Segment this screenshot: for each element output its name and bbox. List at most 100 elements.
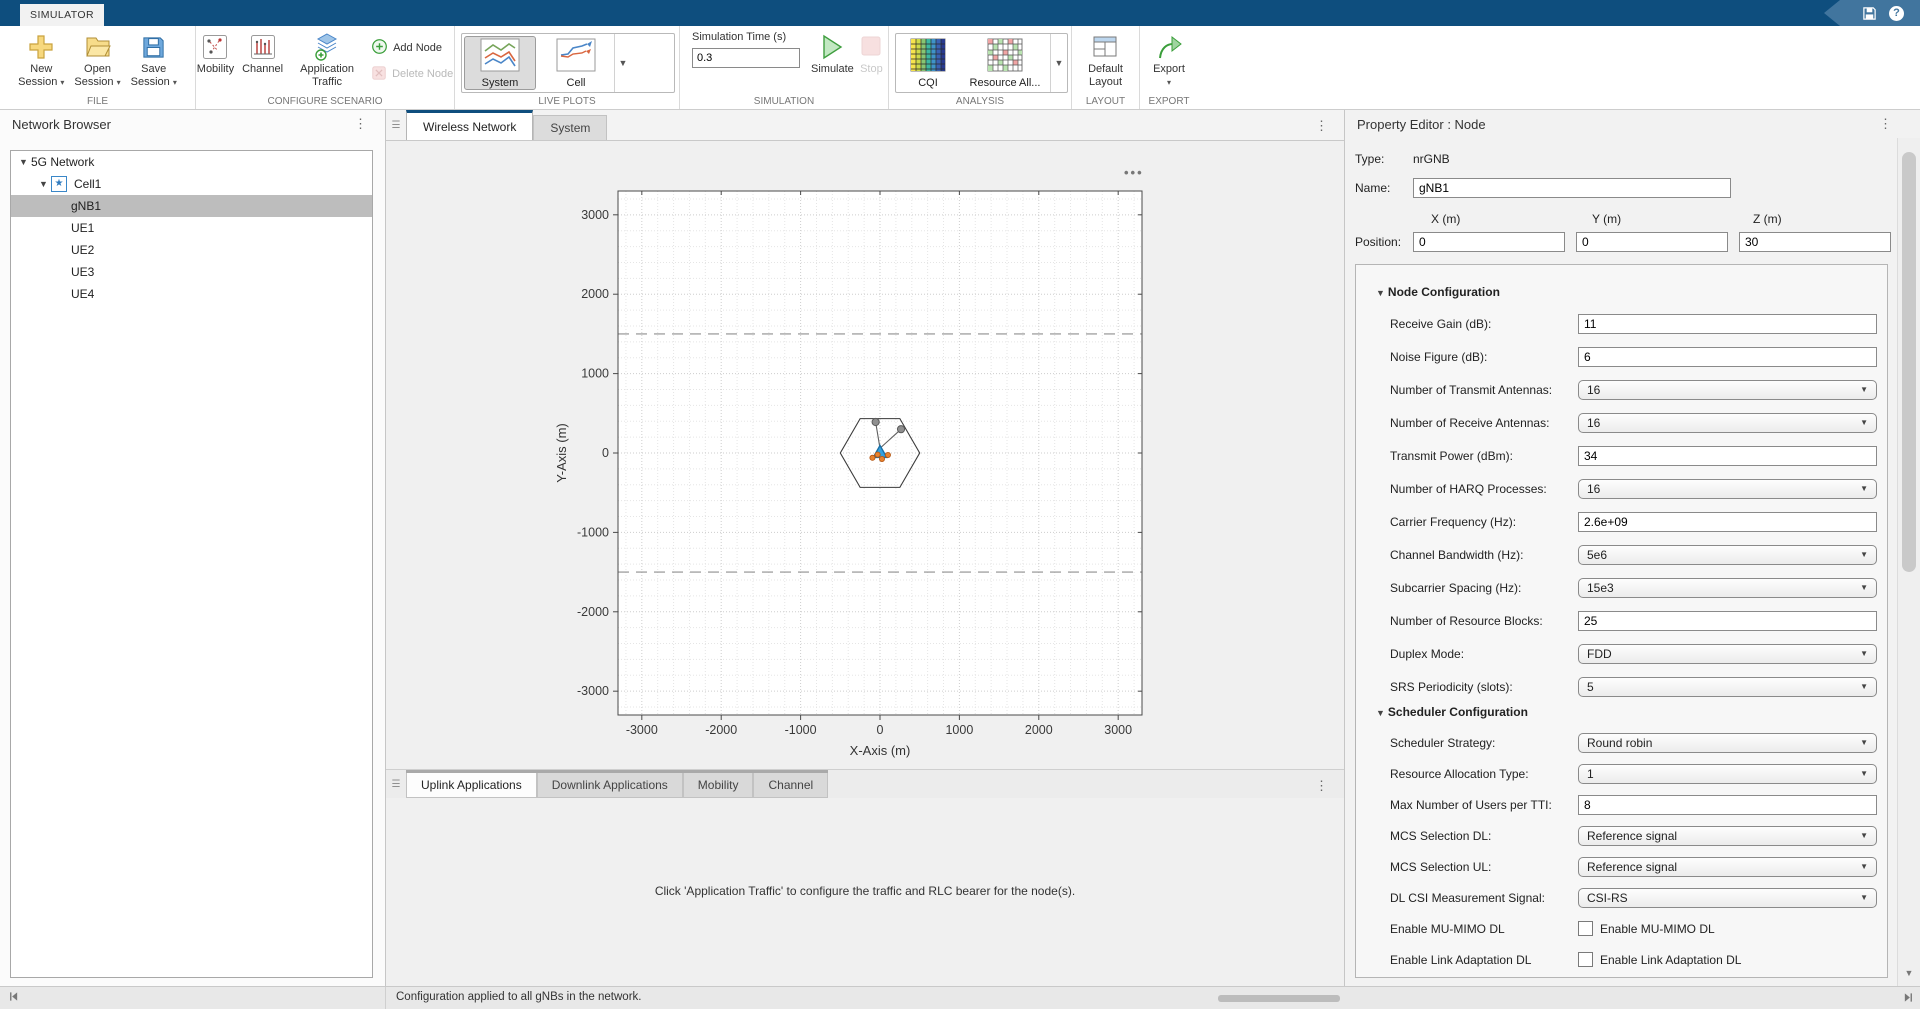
field-srs-periodicity-slots-dropdown[interactable]: 5▼ [1578, 677, 1877, 697]
play-icon [819, 31, 845, 63]
field-enable-link-adaptation-dl-checkbox[interactable]: Enable Link Adaptation DL [1578, 952, 1877, 967]
export-arrow-icon [1155, 31, 1183, 63]
property-editor-menu-icon[interactable]: ⋮ [1879, 116, 1892, 132]
position-x-input[interactable] [1413, 232, 1565, 252]
live-plots-gallery-caret[interactable]: ▼ [614, 34, 631, 92]
cqi-plot-button[interactable]: CQI [898, 36, 958, 90]
field-resource-allocation-type-dropdown[interactable]: 1▼ [1578, 764, 1877, 784]
open-session-button[interactable]: Open Session ▾ [74, 29, 120, 89]
skip-to-end-icon[interactable] [1903, 992, 1914, 1006]
export-button[interactable]: Export ▾ [1153, 29, 1185, 89]
name-input[interactable] [1413, 178, 1731, 198]
tree-item-5g-network[interactable]: ▼5G Network [11, 151, 372, 173]
stop-button[interactable]: Stop [855, 29, 888, 76]
panel-drag-handle-icon[interactable]: ☰ [386, 770, 406, 798]
tree-expand-caret-icon[interactable]: ▼ [39, 179, 51, 189]
field-mcs-selection-ul-dropdown[interactable]: Reference signal▼ [1578, 857, 1877, 877]
field-label: MCS Selection DL: [1390, 829, 1578, 843]
field-label: Number of HARQ Processes: [1390, 482, 1578, 496]
field-scheduler-strategy-dropdown[interactable]: Round robin▼ [1578, 733, 1877, 753]
section-title: Node Configuration [1388, 285, 1500, 299]
dropdown-caret-icon: ▼ [1860, 893, 1868, 902]
svg-text:-2000: -2000 [705, 723, 737, 737]
tab-downlink-applications[interactable]: Downlink Applications [537, 773, 683, 798]
channel-button[interactable]: Channel [242, 29, 283, 76]
cell-plot-button[interactable]: Cell [540, 36, 612, 90]
field-max-number-of-users-per-tti-input[interactable] [1578, 795, 1877, 815]
field-row-scheduler-strategy: Scheduler Strategy:Round robin▼ [1390, 727, 1877, 758]
configuration-tabs-menu-icon[interactable]: ⋮ [1315, 778, 1328, 794]
position-z-input[interactable] [1739, 232, 1891, 252]
position-y-input[interactable] [1576, 232, 1728, 252]
skip-to-start-icon[interactable] [8, 991, 19, 1005]
field-noise-figure-db-input[interactable] [1578, 347, 1877, 367]
resource-allocation-plot-button[interactable]: Resource All... [962, 36, 1048, 90]
tab-mobility[interactable]: Mobility [683, 773, 754, 798]
save-icon[interactable] [1862, 6, 1877, 21]
add-node-button[interactable]: Add Node [371, 35, 453, 61]
field-number-of-receive-antennas-dropdown[interactable]: 16▼ [1578, 413, 1877, 433]
analysis-gallery-caret[interactable]: ▼ [1050, 34, 1067, 92]
system-plot-button[interactable]: System [464, 36, 536, 90]
field-transmit-power-dbm-input[interactable] [1578, 446, 1877, 466]
field-row-number-of-receive-antennas: Number of Receive Antennas:16▼ [1390, 406, 1877, 439]
field-dl-csi-measurement-signal-dropdown[interactable]: CSI-RS▼ [1578, 888, 1877, 908]
tab-wireless-network[interactable]: Wireless Network [406, 110, 533, 140]
field-row-resource-allocation-type: Resource Allocation Type:1▼ [1390, 758, 1877, 789]
section-header-node-configuration[interactable]: ▼Node Configuration [1376, 285, 1877, 299]
tree-item-cell1[interactable]: ▼★Cell1 [11, 173, 372, 195]
checkbox-icon[interactable] [1578, 952, 1593, 967]
tab-uplink-applications[interactable]: Uplink Applications [406, 773, 537, 798]
field-number-of-harq-processes-dropdown[interactable]: 16▼ [1578, 479, 1877, 499]
help-icon[interactable]: ? [1889, 6, 1904, 21]
simulate-button[interactable]: Simulate [810, 29, 855, 76]
new-session-icon [27, 31, 55, 63]
field-number-of-transmit-antennas-dropdown[interactable]: 16▼ [1578, 380, 1877, 400]
new-session-button[interactable]: New Session ▾ [18, 29, 64, 89]
field-channel-bandwidth-hz-dropdown[interactable]: 5e6▼ [1578, 545, 1877, 565]
svg-text:0: 0 [602, 446, 609, 460]
save-session-button[interactable]: Save Session ▾ [131, 29, 177, 89]
tree-item-gnb1[interactable]: gNB1 [11, 195, 372, 217]
tree-item-ue2[interactable]: UE2 [11, 239, 372, 261]
tab-channel[interactable]: Channel [753, 773, 828, 798]
field-subcarrier-spacing-hz-dropdown[interactable]: 15e3▼ [1578, 578, 1877, 598]
tree-item-ue3[interactable]: UE3 [11, 261, 372, 283]
property-editor-scrollbar[interactable]: ▼ [1897, 138, 1920, 986]
field-receive-gain-db-input[interactable] [1578, 314, 1877, 334]
ribbon-section-configure-scenario: Mobility Channel Application Traffic [196, 26, 455, 109]
type-label: Type: [1355, 152, 1413, 166]
field-mcs-selection-dl-dropdown[interactable]: Reference signal▼ [1578, 826, 1877, 846]
dropdown-value: 16 [1587, 482, 1860, 496]
field-enable-mu-mimo-dl-checkbox[interactable]: Enable MU-MIMO DL [1578, 921, 1877, 936]
field-label: Number of Resource Blocks: [1390, 614, 1578, 628]
scrollbar-thumb[interactable] [1902, 152, 1916, 572]
tree-item-ue4[interactable]: UE4 [11, 283, 372, 305]
tab-system[interactable]: System [533, 115, 607, 140]
network-browser-menu-icon[interactable]: ⋮ [354, 116, 367, 132]
tree-expand-caret-icon[interactable]: ▼ [19, 157, 31, 167]
horizontal-scrollbar-thumb[interactable] [1218, 995, 1340, 1002]
default-layout-button[interactable]: Default Layout [1088, 29, 1123, 89]
checkbox-icon[interactable] [1578, 921, 1593, 936]
network-plot[interactable]: -3000-2000-10000100020003000-3000-2000-1… [386, 141, 1344, 769]
field-carrier-frequency-hz-input[interactable] [1578, 512, 1877, 532]
section-label-configure-scenario: CONFIGURE SCENARIO [196, 96, 454, 107]
axes-toolbar-icon[interactable]: ••• [1124, 165, 1144, 180]
section-header-scheduler-configuration[interactable]: ▼Scheduler Configuration [1376, 705, 1877, 719]
status-bar-left-cell [0, 987, 386, 1009]
field-label: Enable Link Adaptation DL [1390, 953, 1578, 967]
application-traffic-button[interactable]: Application Traffic [291, 29, 363, 89]
save-disk-icon [140, 31, 167, 63]
mobility-button[interactable]: Mobility [197, 29, 234, 76]
delete-node-button[interactable]: Delete Node [371, 61, 453, 87]
simulation-time-input[interactable] [692, 48, 800, 68]
field-duplex-mode-dropdown[interactable]: FDD▼ [1578, 644, 1877, 664]
panel-drag-handle-icon[interactable]: ☰ [386, 110, 406, 140]
tab-simulator[interactable]: SIMULATOR [20, 4, 104, 26]
scroll-down-arrow-icon[interactable]: ▼ [1898, 968, 1920, 978]
type-value: nrGNB [1413, 152, 1450, 166]
tree-item-ue1[interactable]: UE1 [11, 217, 372, 239]
field-number-of-resource-blocks-input[interactable] [1578, 611, 1877, 631]
document-tabs-menu-icon[interactable]: ⋮ [1315, 118, 1328, 134]
